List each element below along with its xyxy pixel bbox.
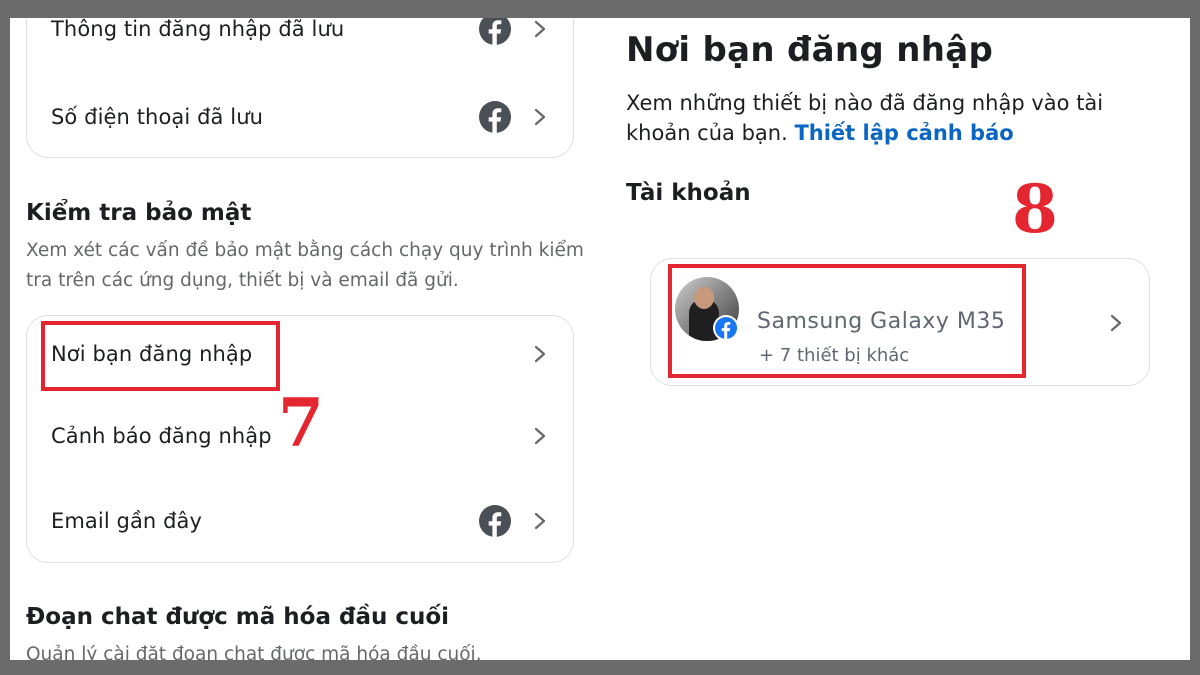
- recent-emails-label: Email gần đây: [51, 509, 203, 533]
- security-check-description: Xem xét các vấn đề bảo mật bằng cách chạ…: [26, 240, 584, 291]
- saved-login-info-label: Thông tin đăng nhập đã lưu: [51, 18, 345, 41]
- accounts-title: Tài khoản: [626, 180, 751, 206]
- page-title: Nơi bạn đăng nhập: [626, 30, 994, 70]
- chevron-right-icon: [531, 345, 549, 363]
- page-description: Xem những thiết bị nào đã đăng nhập vào …: [626, 88, 1156, 148]
- highlight-box-step-8: [668, 264, 1026, 378]
- facebook-icon: [479, 18, 511, 45]
- saved-phone-numbers-item[interactable]: Số điện thoại đã lưu: [27, 87, 573, 147]
- encrypted-chat-description: Quản lý cài đặt đoạn chat được mã hóa đầ…: [26, 644, 482, 660]
- settings-screen: Thông tin đăng nhập đã lưu Số điện thoại…: [10, 18, 1190, 660]
- saved-login-info-item[interactable]: Thông tin đăng nhập đã lưu: [27, 18, 573, 59]
- facebook-icon: [479, 505, 511, 537]
- security-check-title: Kiểm tra bảo mật: [26, 200, 252, 226]
- alert-setup-link[interactable]: Thiết lập cảnh báo: [794, 121, 1013, 145]
- step-8-label: 8: [1012, 170, 1058, 248]
- chevron-right-icon: [1109, 314, 1123, 336]
- left-panel: Thông tin đăng nhập đã lưu Số điện thoại…: [10, 18, 590, 660]
- right-panel: Nơi bạn đăng nhập Xem những thiết bị nào…: [610, 18, 1190, 660]
- saved-info-card: Thông tin đăng nhập đã lưu Số điện thoại…: [26, 18, 574, 158]
- recent-emails-item[interactable]: Email gần đây: [27, 491, 573, 551]
- facebook-icon: [479, 101, 511, 133]
- step-7-label: 7: [278, 384, 324, 462]
- saved-phone-numbers-label: Số điện thoại đã lưu: [51, 105, 264, 129]
- chevron-right-icon: [531, 20, 549, 38]
- chevron-right-icon: [531, 427, 549, 445]
- encrypted-chat-title: Đoạn chat được mã hóa đầu cuối: [26, 604, 450, 630]
- chevron-right-icon: [531, 108, 549, 126]
- chevron-right-icon: [531, 512, 549, 530]
- highlight-box-step-7: [41, 321, 280, 391]
